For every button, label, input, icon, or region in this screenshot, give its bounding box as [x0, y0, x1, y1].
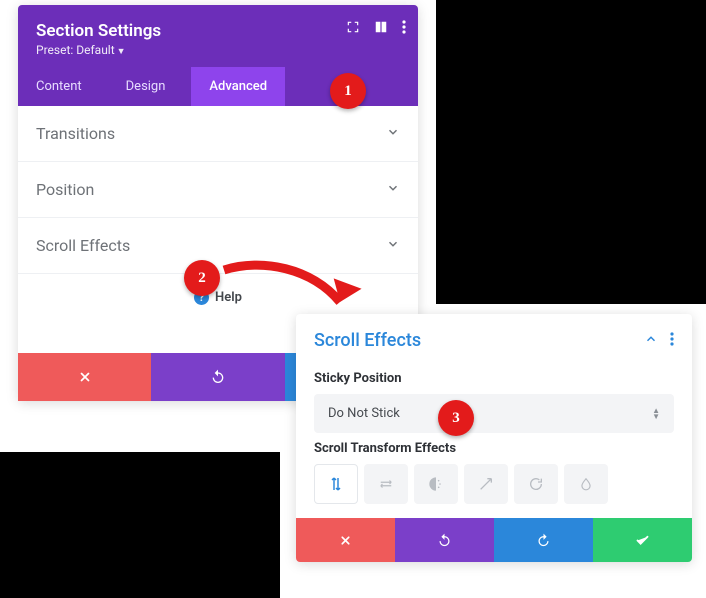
background-right	[436, 0, 706, 304]
cancel-button[interactable]	[296, 518, 395, 562]
annotation-badge-2: 2	[184, 260, 220, 296]
sticky-position-label: Sticky Position	[314, 371, 674, 386]
scale-icon[interactable]	[464, 464, 508, 504]
undo-button[interactable]	[151, 353, 284, 401]
annotation-badge-3: 3	[438, 400, 474, 436]
panel2-title: Scroll Effects	[314, 330, 421, 351]
rotate-icon[interactable]	[514, 464, 558, 504]
chevron-down-icon	[386, 180, 400, 199]
tab-design[interactable]: Design	[108, 67, 192, 106]
section-scroll-effects[interactable]: Scroll Effects	[18, 218, 418, 274]
tab-advanced[interactable]: Advanced	[191, 67, 285, 106]
horizontal-motion-icon[interactable]	[364, 464, 408, 504]
undo-button[interactable]	[395, 518, 494, 562]
panel2-header: Scroll Effects	[296, 314, 692, 359]
section-position[interactable]: Position	[18, 162, 418, 218]
section-label: Position	[36, 180, 94, 199]
columns-icon[interactable]	[374, 19, 388, 38]
redo-button[interactable]	[494, 518, 593, 562]
more-icon[interactable]	[402, 19, 406, 38]
chevron-up-icon[interactable]	[644, 331, 658, 350]
cancel-button[interactable]	[18, 353, 151, 401]
chevron-down-icon	[386, 124, 400, 143]
preset-label: Preset: Default	[36, 43, 115, 57]
section-label: Transitions	[36, 124, 115, 143]
section-label: Scroll Effects	[36, 236, 130, 255]
panel-header: Section Settings Preset: Default▼	[18, 5, 418, 67]
vertical-motion-icon[interactable]	[314, 464, 358, 504]
chevron-down-icon	[386, 236, 400, 255]
select-stepper-icon: ▲▼	[652, 408, 660, 420]
background-bottom-left	[0, 452, 280, 598]
blur-icon[interactable]	[564, 464, 608, 504]
more-icon[interactable]	[670, 331, 674, 350]
caret-down-icon: ▼	[117, 47, 126, 57]
transform-effects-label: Scroll Transform Effects	[314, 441, 674, 456]
tab-content[interactable]: Content	[18, 67, 108, 106]
sticky-position-select[interactable]: Do Not Stick ▲▼	[314, 394, 674, 433]
transform-effects-row	[314, 464, 674, 504]
help-label: Help	[215, 290, 242, 305]
fade-icon[interactable]	[414, 464, 458, 504]
select-value: Do Not Stick	[328, 406, 400, 421]
preset-selector[interactable]: Preset: Default▼	[36, 43, 400, 57]
section-transitions[interactable]: Transitions	[18, 106, 418, 162]
scroll-effects-panel: Scroll Effects Sticky Position Do Not St…	[296, 314, 692, 562]
save-button[interactable]	[593, 518, 692, 562]
panel2-footer	[296, 518, 692, 562]
annotation-badge-1: 1	[330, 73, 366, 109]
expand-icon[interactable]	[346, 19, 360, 38]
